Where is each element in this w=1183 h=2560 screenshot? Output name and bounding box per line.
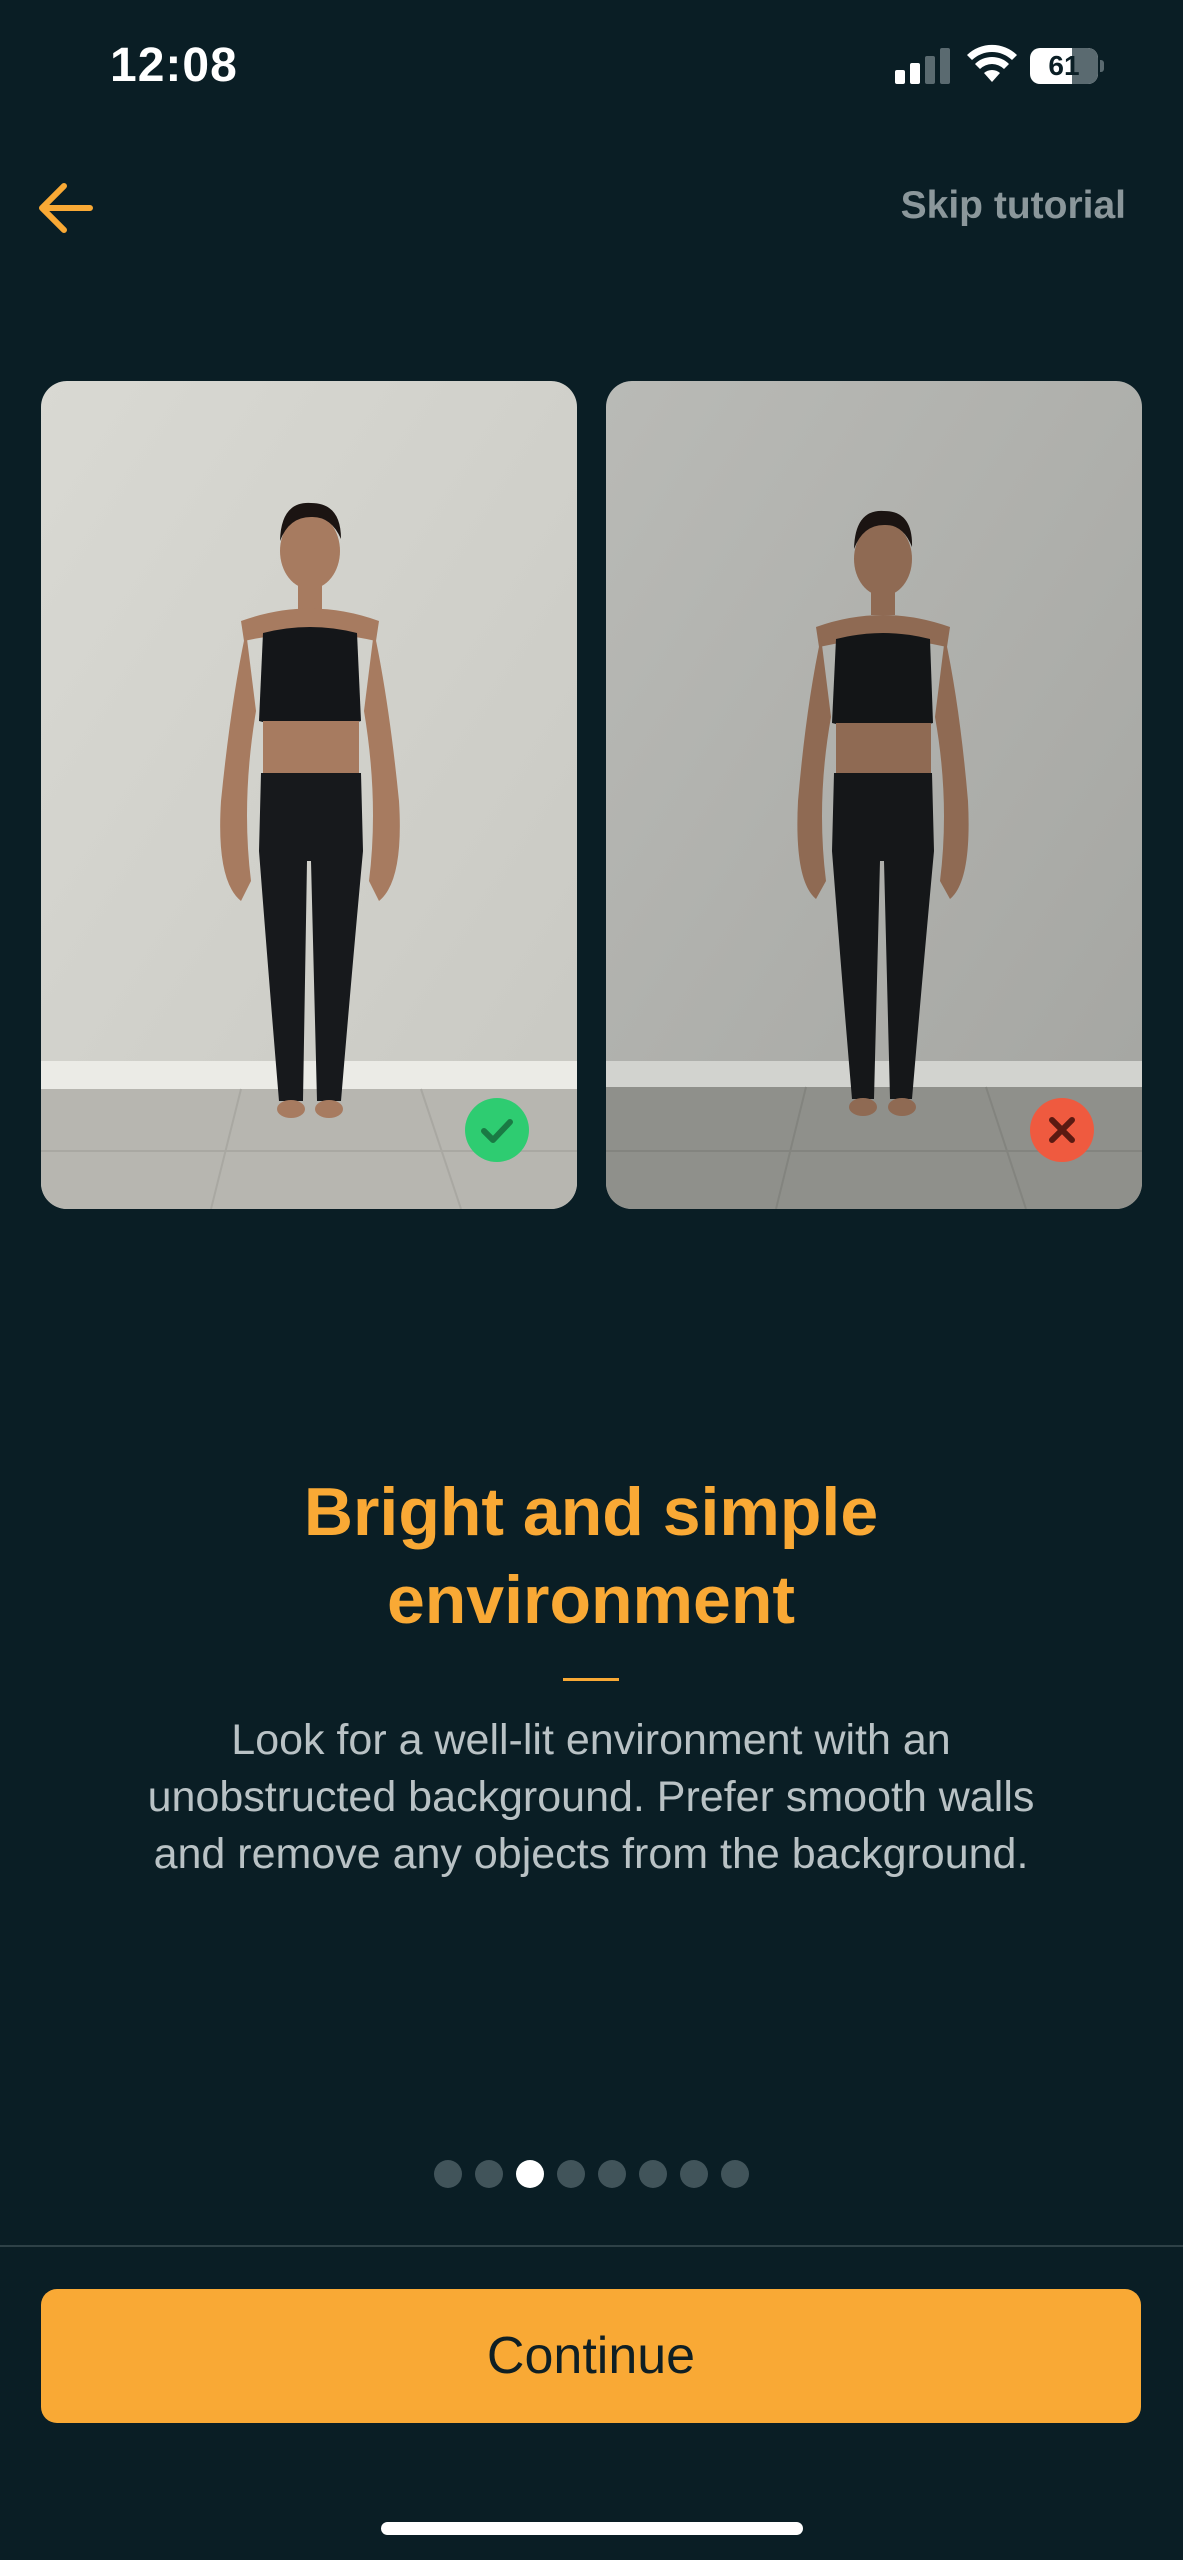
bad-example-photo bbox=[606, 381, 1142, 1209]
pagination-dots bbox=[0, 2160, 1183, 2190]
close-icon bbox=[1049, 1117, 1075, 1143]
status-time: 12:08 bbox=[110, 39, 238, 92]
dim-environment-image bbox=[606, 381, 1142, 1209]
pagination-dot[interactable] bbox=[557, 2160, 585, 2188]
skip-tutorial-link[interactable]: Skip tutorial bbox=[901, 184, 1126, 228]
status-bar: 12:08 61 bbox=[0, 0, 1183, 140]
wifi-icon bbox=[967, 44, 1017, 82]
title-line-2: environment bbox=[386, 1562, 796, 1638]
pagination-dot[interactable] bbox=[680, 2160, 708, 2188]
title-divider bbox=[563, 1678, 619, 1681]
good-example-photo bbox=[41, 381, 577, 1209]
tutorial-screen: 12:08 61 Skip tutorial Bright and simple… bbox=[0, 0, 1183, 2560]
back-button[interactable] bbox=[28, 170, 108, 250]
signal-icon bbox=[895, 48, 950, 84]
home-indicator[interactable] bbox=[381, 2522, 803, 2535]
battery-icon: 61 bbox=[1030, 48, 1104, 84]
bright-environment-image bbox=[41, 381, 577, 1209]
pagination-dot[interactable] bbox=[434, 2160, 462, 2188]
pagination-dot[interactable] bbox=[721, 2160, 749, 2188]
pagination-dot[interactable] bbox=[516, 2160, 544, 2188]
description-text: Look for a well-lit environment with an … bbox=[147, 1716, 1035, 1878]
continue-button[interactable]: Continue bbox=[41, 2289, 1141, 2423]
page-title: Bright and simple environment bbox=[91, 1468, 1091, 1644]
pagination-dot[interactable] bbox=[475, 2160, 503, 2188]
footer-divider bbox=[0, 2245, 1183, 2247]
pagination-dot[interactable] bbox=[598, 2160, 626, 2188]
battery-level: 61 bbox=[1048, 50, 1080, 81]
check-badge bbox=[465, 1098, 529, 1162]
close-badge bbox=[1030, 1098, 1094, 1162]
check-icon bbox=[481, 1119, 513, 1143]
pagination-dot[interactable] bbox=[639, 2160, 667, 2188]
arrow-left-icon bbox=[39, 183, 93, 233]
title-line-1: Bright and simple bbox=[303, 1474, 879, 1550]
